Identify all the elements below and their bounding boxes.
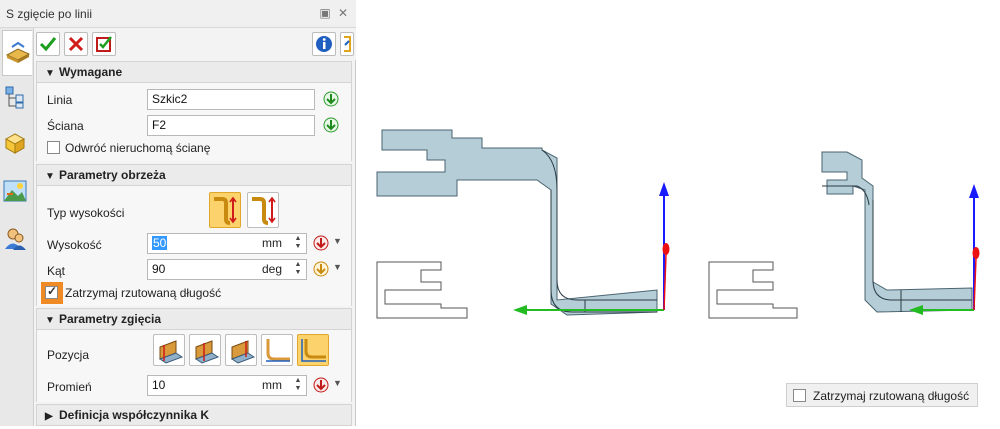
flip-fixed-face-checkbox[interactable]	[47, 141, 60, 154]
user-icon	[5, 228, 26, 250]
height-measure-icon[interactable]	[313, 235, 329, 251]
apply-button[interactable]	[92, 32, 116, 56]
radius-dropdown-icon[interactable]: ▼	[333, 378, 342, 388]
apply-icon	[96, 36, 112, 52]
panel-title: S zgięcie po linii	[6, 7, 93, 21]
section-bend-header[interactable]: ▼ Parametry zgięcia	[36, 308, 352, 330]
face-field-value: F2	[152, 118, 167, 132]
height-field-value: 50	[152, 236, 168, 250]
angle-field[interactable]: 90 deg ▲ ▼	[147, 259, 307, 280]
flip-fixed-face-label: Odwróć nieruchomą ścianę	[65, 141, 211, 155]
height-outer-icon	[214, 196, 237, 225]
height-unit: mm	[262, 236, 282, 250]
viewport-keep-projected-length-checkbox[interactable]	[793, 389, 806, 402]
height-dropdown-icon[interactable]: ▼	[333, 236, 342, 246]
bend-position-1-icon	[158, 340, 184, 364]
cancel-button[interactable]	[64, 32, 88, 56]
left-part-model	[376, 129, 670, 319]
radius-field-value: 10	[152, 378, 166, 392]
section-trim-body: Typ wysokości Wysokość 50 mm ▲ ▼ ▼ Kąt 9…	[36, 186, 352, 306]
line-label: Linia	[47, 93, 73, 107]
height-spinner[interactable]: ▲ ▼	[293, 235, 303, 252]
collapse-arrow-icon: ▼	[45, 171, 55, 182]
render-scene-icon	[3, 180, 27, 202]
position-option-2[interactable]	[189, 334, 221, 366]
info-icon	[316, 36, 332, 52]
face-label: Ściana	[47, 119, 84, 133]
angle-label: Kąt	[47, 264, 66, 278]
section-kfactor-header[interactable]: ▶ Definicja współczynnika K	[36, 404, 352, 426]
cube-icon	[4, 133, 26, 154]
collapse-arrow-icon: ▼	[45, 68, 55, 79]
angle-dropdown-icon[interactable]: ▼	[333, 262, 342, 272]
position-option-1[interactable]	[153, 334, 185, 366]
left-tab-strip	[0, 28, 34, 426]
viewport-keep-projected-length-control: Zatrzymaj rzutowaną długość	[786, 383, 978, 407]
pin-icon[interactable]: ▣	[318, 6, 332, 20]
radius-spinner[interactable]: ▲ ▼	[293, 377, 303, 394]
more-options-button[interactable]	[340, 32, 354, 56]
cross-icon	[68, 36, 84, 52]
angle-measure-icon[interactable]	[313, 261, 329, 277]
position-option-5[interactable]	[297, 334, 329, 366]
3d-viewport[interactable]	[357, 0, 1000, 426]
position-option-3[interactable]	[225, 334, 257, 366]
section-bend-title: Parametry zgięcia	[59, 312, 162, 326]
keep-projected-length-label: Zatrzymaj rzutowaną długość	[65, 286, 222, 300]
angle-spinner[interactable]: ▲ ▼	[293, 261, 303, 278]
expand-arrow-icon: ▶	[45, 411, 53, 422]
position-label: Pozycja	[47, 348, 90, 362]
radius-field[interactable]: 10 mm ▲ ▼	[147, 375, 307, 396]
section-trim-header[interactable]: ▼ Parametry obrzeża	[36, 164, 352, 186]
line-field-value: Szkic2	[152, 92, 188, 106]
angle-unit: deg	[261, 262, 282, 276]
collapse-arrow-icon: ▼	[45, 315, 55, 326]
keep-projected-length-checkbox[interactable]	[45, 284, 58, 299]
tab-users[interactable]	[2, 226, 32, 256]
height-label: Wysokość	[47, 238, 102, 252]
pick-face-icon[interactable]	[323, 117, 339, 133]
height-field[interactable]: 50 mm ▲ ▼	[147, 233, 307, 254]
tab-feature[interactable]	[2, 30, 32, 76]
panel-toolbar	[34, 28, 356, 60]
right-part-model	[708, 151, 980, 319]
line-field[interactable]: Szkic2	[147, 89, 315, 110]
position-option-4[interactable]	[261, 334, 293, 366]
section-bend-body: Pozycja Promień 10 mm ▲ ▼ ▼	[36, 330, 352, 402]
height-inner-icon	[252, 196, 276, 225]
bend-position-5-icon	[301, 339, 326, 362]
pick-line-icon[interactable]	[323, 91, 339, 107]
viewport-canvas	[376, 129, 980, 319]
feature-panel: S zgięcie po linii ▣ ✕ ▼ Wymagane Linia …	[0, 0, 356, 426]
section-required-body: Linia Szkic2 Ściana F2 Odwróć nieruchomą…	[36, 83, 352, 161]
close-icon[interactable]: ✕	[336, 6, 350, 20]
bend-position-3-icon	[230, 340, 256, 364]
height-type-option-2[interactable]	[247, 192, 279, 228]
section-required-title: Wymagane	[59, 65, 123, 79]
face-field[interactable]: F2	[147, 115, 315, 136]
info-button[interactable]	[312, 32, 336, 56]
section-kfactor-title: Definicja współczynnika K	[59, 408, 210, 422]
tab-render[interactable]	[2, 178, 32, 208]
radius-label: Promień	[47, 380, 92, 394]
options-icon	[344, 36, 351, 52]
bend-position-2-icon	[194, 340, 220, 364]
feature-tab-icon	[5, 41, 31, 63]
angle-field-value: 90	[152, 262, 166, 276]
tab-parts[interactable]	[2, 130, 32, 160]
radius-measure-icon[interactable]	[313, 377, 329, 393]
tab-history[interactable]	[2, 84, 32, 114]
height-type-option-1[interactable]	[209, 192, 241, 228]
check-icon	[39, 37, 57, 52]
section-required-header[interactable]: ▼ Wymagane	[36, 61, 352, 83]
viewport-keep-projected-length-label: Zatrzymaj rzutowaną długość	[813, 389, 970, 403]
radius-unit: mm	[262, 378, 282, 392]
panel-titlebar: S zgięcie po linii ▣ ✕	[0, 0, 356, 28]
bend-position-4-icon	[266, 339, 290, 362]
height-type-label: Typ wysokości	[47, 206, 125, 220]
ok-button[interactable]	[36, 32, 60, 56]
history-tree-icon	[5, 86, 24, 109]
section-trim-title: Parametry obrzeża	[59, 168, 166, 182]
